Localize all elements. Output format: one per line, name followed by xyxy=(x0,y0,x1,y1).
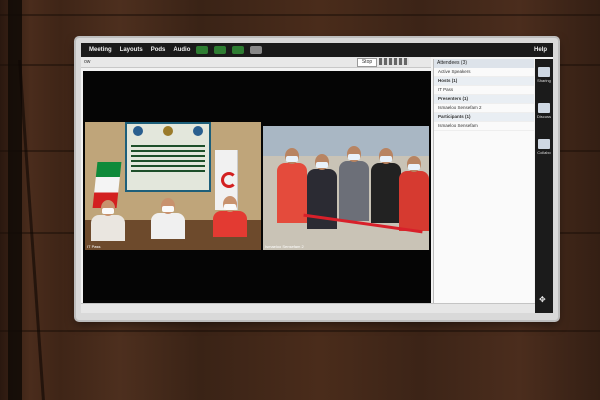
microphone-icon[interactable] xyxy=(214,46,227,54)
fullscreen-icon[interactable]: ✥ xyxy=(539,295,546,304)
crowd-person xyxy=(339,146,369,221)
attendees-header: Attendees (3) xyxy=(434,59,534,68)
rail-collaborate[interactable]: Collabo xyxy=(537,139,551,155)
attendee-section[interactable]: Presenters (1) xyxy=(434,95,534,104)
crowd-person xyxy=(277,148,307,223)
participant-person xyxy=(213,196,247,237)
wall-plank-seam xyxy=(0,14,600,16)
banner-text-block xyxy=(131,142,205,172)
speaker-icon[interactable] xyxy=(196,46,209,54)
attendee-row[interactable]: IT Pass xyxy=(434,86,534,95)
red-crescent-icon xyxy=(221,172,237,188)
rail-discuss[interactable]: Discuss xyxy=(537,103,551,119)
right-tool-rail: Sharing Discuss Collabo ✥ xyxy=(535,59,553,313)
participant-person xyxy=(91,200,125,241)
menu-meeting[interactable]: Meeting xyxy=(89,47,112,53)
crowd-person xyxy=(307,154,337,229)
video-caption-right: Ismaeloo Sensefam 2 xyxy=(265,244,304,249)
video-caption-left: IT Pass xyxy=(87,244,101,249)
discuss-icon xyxy=(538,103,550,113)
camera-icon[interactable] xyxy=(232,46,245,54)
menu-layouts[interactable]: Layouts xyxy=(120,47,143,53)
seal-icon xyxy=(193,126,203,136)
attendee-row[interactable]: Ismaeloo Sensefam 2 xyxy=(434,104,534,113)
app-menubar: Meeting Layouts Pods Audio Help xyxy=(81,43,553,57)
menu-audio[interactable]: Audio xyxy=(173,47,190,53)
participant-person xyxy=(151,198,185,239)
rail-label: Collabo xyxy=(537,150,551,155)
status-bar xyxy=(81,303,535,313)
video-pod-toolbar: ow Stop xyxy=(81,57,431,68)
sharing-icon xyxy=(538,67,550,77)
attendee-row[interactable]: Active Speakers xyxy=(434,68,534,77)
attendee-section[interactable]: Participants (1) xyxy=(434,113,534,122)
seal-icon xyxy=(133,126,143,136)
seal-icon xyxy=(163,126,173,136)
wall-plank-seam xyxy=(0,330,600,332)
attendee-section[interactable]: Hosts (1) xyxy=(434,77,534,86)
rail-label: Sharing xyxy=(537,78,551,83)
stop-sharing-button[interactable]: Stop xyxy=(357,58,377,67)
video-pod: IT Pass Ismaeloo Sensefam 2 xyxy=(83,71,431,303)
video-feed-ribbon-cutting: Ismaeloo Sensefam 2 xyxy=(263,126,429,250)
pod-title: ow xyxy=(84,59,91,65)
menu-help[interactable]: Help xyxy=(534,47,547,53)
layout-grid-icon[interactable] xyxy=(379,58,409,65)
attendees-pod: Attendees (3) Active Speakers Hosts (1) IT… xyxy=(433,59,534,305)
attendee-row[interactable]: Ismaeloo Sensefam xyxy=(434,122,534,131)
monitor-screen: Meeting Layouts Pods Audio Help ow Stop xyxy=(81,43,553,313)
rail-label: Discuss xyxy=(537,114,552,119)
crowd-person xyxy=(371,148,401,223)
video-feed-conference-room: IT Pass xyxy=(85,122,261,250)
ceremony-banner xyxy=(125,122,211,192)
menu-pods[interactable]: Pods xyxy=(151,47,166,53)
rail-sharing[interactable]: Sharing xyxy=(537,67,551,83)
collaborate-icon xyxy=(538,139,550,149)
tv-monitor: Meeting Layouts Pods Audio Help ow Stop xyxy=(76,38,558,320)
crowd-person xyxy=(399,156,429,231)
raise-hand-icon[interactable] xyxy=(250,46,263,54)
